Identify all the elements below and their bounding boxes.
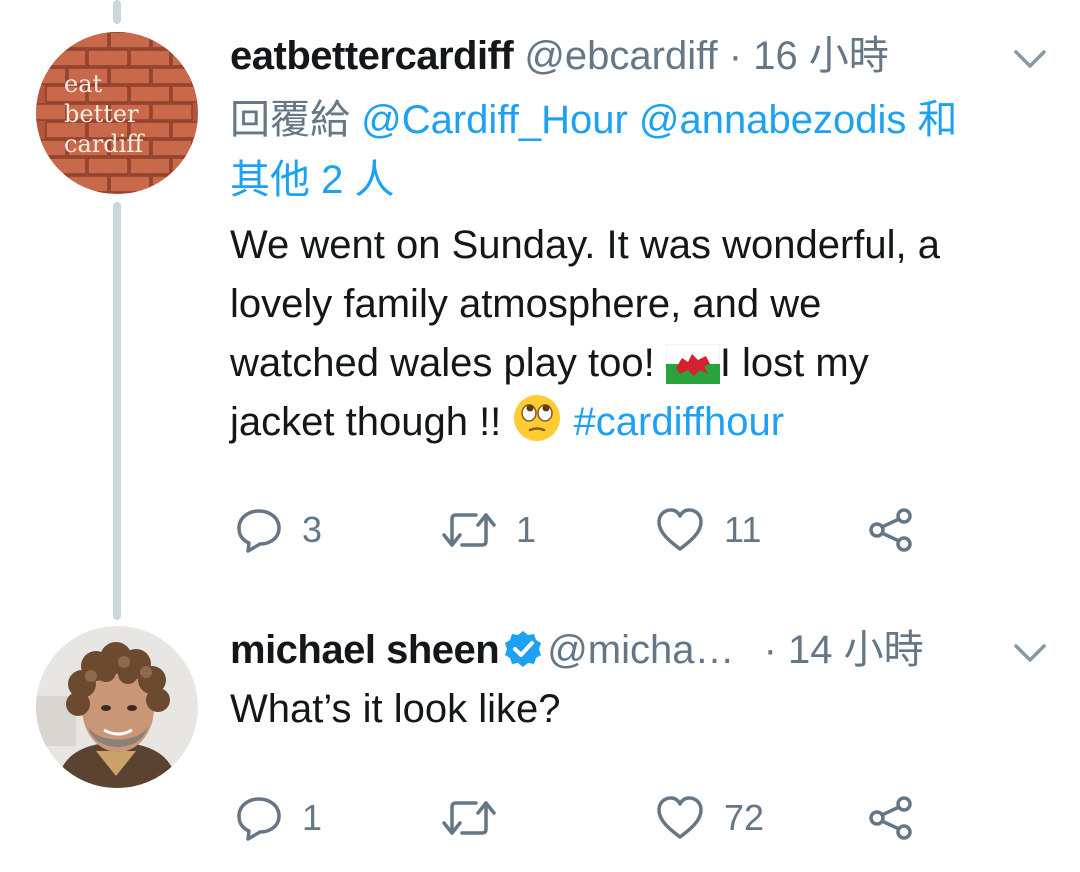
avatar[interactable] <box>36 626 198 788</box>
reply-button[interactable]: 3 <box>234 500 322 560</box>
display-name[interactable]: eatbettercardiff <box>230 34 514 78</box>
reply-context: 回覆給 @Cardiff_Hour @annabezodis 和 其他 2 人 <box>230 90 1050 210</box>
share-button[interactable] <box>866 500 916 560</box>
share-button[interactable] <box>866 788 916 848</box>
thread-line <box>113 0 121 24</box>
tweet-text-line: watched wales play too! I lost my <box>230 341 869 385</box>
reply-count: 1 <box>302 797 323 838</box>
handle[interactable]: @micha… <box>547 628 734 672</box>
hashtag-link[interactable]: #cardiffhour <box>574 400 785 444</box>
tweet-text: What’s it look like? <box>230 687 561 731</box>
reply-others[interactable]: 其他 2 人 <box>230 158 394 202</box>
timestamp[interactable]: · 16 小時 <box>729 34 889 78</box>
like-icon <box>657 508 703 551</box>
tweet-header: michael sheen @micha… · 14 小時 <box>230 628 924 672</box>
reply-mentions[interactable]: @Cardiff_Hour @annabezodis <box>361 98 906 142</box>
reply-icon <box>237 797 281 841</box>
tweet-text-line: lovely family atmosphere, and we <box>230 282 822 326</box>
chevron-down-icon[interactable] <box>1010 638 1050 668</box>
reply-prefix: 回覆給 <box>230 98 350 142</box>
chevron-down-icon[interactable] <box>1010 44 1050 74</box>
share-icon <box>869 508 912 552</box>
eye-roll-emoji <box>514 395 561 441</box>
retweet-button[interactable]: 1 <box>440 500 536 560</box>
handle[interactable]: @ebcardiff <box>524 34 717 78</box>
reply-count: 3 <box>302 509 323 550</box>
display-name[interactable]: michael sheen <box>230 628 500 672</box>
like-button[interactable]: 11 <box>654 500 761 560</box>
retweet-icon <box>442 513 496 547</box>
reply-button[interactable]: 1 <box>234 788 322 848</box>
avatar-logo-text: better <box>64 100 139 128</box>
like-button[interactable]: 72 <box>654 788 764 848</box>
tweet-text-line: jacket though !! #cardiffhour <box>230 393 1050 452</box>
avatar-logo-text: cardiff <box>64 130 145 158</box>
like-count: 11 <box>724 509 762 550</box>
tweet-header: eatbettercardiff @ebcardiff · 16 小時 <box>230 34 889 78</box>
like-icon <box>657 796 703 839</box>
tweet-text: We went on Sunday. It was wonderful, a l… <box>230 216 1050 452</box>
reply-and[interactable]: 和 <box>917 98 957 142</box>
tweet-text-line: We went on Sunday. It was wonderful, a <box>230 223 941 267</box>
verified-badge-icon <box>505 631 542 667</box>
like-count: 72 <box>724 797 765 838</box>
avatar-logo-text: eat <box>64 70 103 98</box>
avatar[interactable]: eat better cardiff <box>36 32 198 194</box>
share-icon <box>869 796 912 840</box>
reply-icon <box>237 509 281 553</box>
retweet-icon <box>442 801 496 835</box>
retweet-count: 1 <box>516 509 537 550</box>
thread-line <box>113 202 121 620</box>
wales-flag-emoji <box>665 344 720 384</box>
retweet-button[interactable] <box>440 788 516 848</box>
timestamp[interactable]: · 14 小時 <box>764 628 924 672</box>
